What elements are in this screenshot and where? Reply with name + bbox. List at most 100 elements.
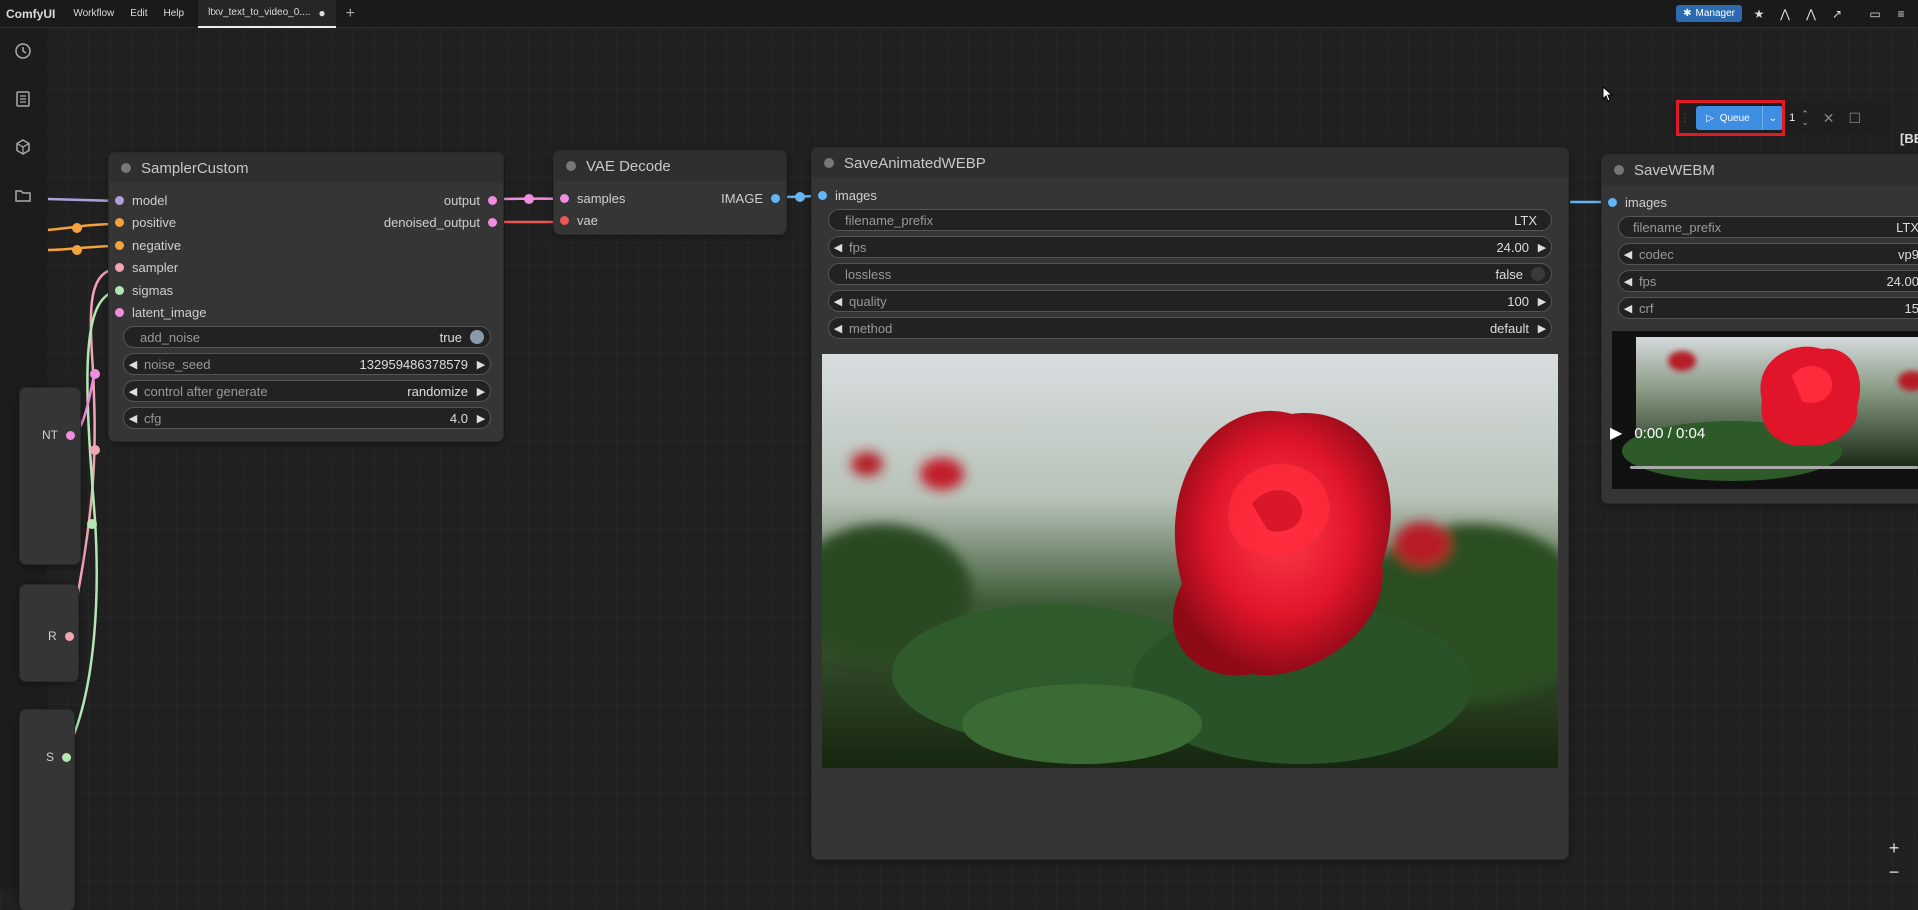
port-dot[interactable] xyxy=(560,216,569,225)
partial-node-c-output[interactable] xyxy=(62,752,72,762)
partial-node-b-output[interactable] xyxy=(64,631,74,641)
vae-input-samples[interactable]: samples xyxy=(560,191,625,206)
partial-node-a-output[interactable] xyxy=(66,430,75,440)
play-icon[interactable]: ▶ xyxy=(1610,423,1622,443)
port-dot[interactable] xyxy=(115,196,124,205)
node-title-bar[interactable]: SamplerCustom xyxy=(109,153,503,183)
port-label: denoised_output xyxy=(383,215,480,231)
manager-label: Manager xyxy=(1695,8,1735,19)
sampler-input-positive[interactable]: positive xyxy=(115,215,176,230)
model-icon-a[interactable]: ⋀ xyxy=(1776,7,1794,21)
fps-widget[interactable]: ◀ fps 24.00 ▶ xyxy=(828,236,1552,258)
decrement-arrow-icon[interactable]: ◀ xyxy=(1619,302,1637,315)
sampler-input-sampler[interactable]: sampler xyxy=(115,260,178,275)
vae-output-image[interactable]: IMAGE xyxy=(721,191,780,206)
increment-arrow-icon[interactable]: ▶ xyxy=(472,385,490,398)
partial-node-b[interactable]: R xyxy=(20,585,78,681)
decrement-arrow-icon[interactable]: ◀ xyxy=(124,385,142,398)
batch-stepper-icon[interactable]: ⌃ ⌄ xyxy=(1801,110,1809,127)
decrement-arrow-icon[interactable]: ◀ xyxy=(1619,248,1637,261)
zoom-out-icon[interactable]: − xyxy=(1884,862,1904,883)
crf-widget[interactable]: ◀ crf 15 xyxy=(1618,297,1918,319)
port-dot[interactable] xyxy=(818,191,827,200)
collapse-dot-icon[interactable] xyxy=(824,158,834,168)
collapse-dot-icon[interactable] xyxy=(566,161,576,171)
port-dot[interactable] xyxy=(771,194,780,203)
manager-button[interactable]: ✱ Manager xyxy=(1676,5,1742,22)
filename-prefix-widget[interactable]: filename_prefix LTX xyxy=(828,209,1552,231)
sampler-output-output[interactable]: output xyxy=(444,193,497,208)
save-animated-webp-node[interactable]: SaveAnimatedWEBP images filename_prefix … xyxy=(812,148,1568,859)
control-after-generate-widget[interactable]: ◀ control after generate randomize ▶ xyxy=(123,380,491,402)
new-tab-button[interactable]: + xyxy=(346,5,355,23)
collapse-dot-icon[interactable] xyxy=(121,163,131,173)
increment-arrow-icon[interactable]: ▶ xyxy=(1533,322,1551,335)
widget-value: LTX xyxy=(1896,219,1918,235)
sampler-input-negative[interactable]: negative xyxy=(115,238,181,253)
sampler-output-denoised-output[interactable]: denoised_output xyxy=(384,215,497,230)
port-dot[interactable] xyxy=(488,218,497,228)
collapse-dot-icon[interactable] xyxy=(1614,165,1624,175)
hamburger-menu-icon[interactable]: ≡ xyxy=(1892,7,1910,21)
menu-workflow[interactable]: Workflow xyxy=(65,8,122,19)
batch-count-input[interactable]: 1 xyxy=(1789,112,1795,124)
increment-arrow-icon[interactable]: ▶ xyxy=(472,358,490,371)
noise-seed-widget[interactable]: ◀ noise_seed 132959486378579 ▶ xyxy=(123,353,491,375)
node-title-bar[interactable]: SaveAnimatedWEBP xyxy=(812,148,1568,178)
codec-widget[interactable]: ◀ codec vp9 xyxy=(1618,243,1918,265)
decrement-arrow-icon[interactable]: ◀ xyxy=(829,241,847,254)
webm-filename-prefix-widget[interactable]: filename_prefix LTX xyxy=(1618,216,1918,238)
video-progress-bar[interactable] xyxy=(1630,466,1918,469)
vae-decode-node[interactable]: VAE Decode samples vae IMAGE xyxy=(554,151,786,234)
model-library-icon[interactable] xyxy=(12,136,34,158)
unsaved-dot: ● xyxy=(318,5,326,20)
vae-input-vae[interactable]: vae xyxy=(560,213,598,228)
queue-list-icon[interactable] xyxy=(12,88,34,110)
stop-icon[interactable]: ☐ xyxy=(1849,110,1862,127)
star-icon[interactable]: ★ xyxy=(1750,7,1768,21)
lossless-toggle[interactable]: lossless false xyxy=(828,263,1552,285)
share-icon[interactable]: ↗ xyxy=(1828,7,1846,21)
partial-node-a[interactable]: NT xyxy=(20,388,80,564)
port-dot[interactable] xyxy=(115,240,124,250)
save-webm-node[interactable]: SaveWEBM images filename_prefix LTX ◀ co… xyxy=(1602,155,1918,503)
decrement-arrow-icon[interactable]: ◀ xyxy=(829,295,847,308)
decrement-arrow-icon[interactable]: ◀ xyxy=(1619,275,1637,288)
sampler-input-model[interactable]: model xyxy=(115,193,167,208)
workflows-folder-icon[interactable] xyxy=(12,184,34,206)
port-dot[interactable] xyxy=(488,196,497,205)
port-dot[interactable] xyxy=(115,263,124,273)
history-icon[interactable] xyxy=(12,40,34,62)
increment-arrow-icon[interactable]: ▶ xyxy=(1533,241,1551,254)
partial-node-c[interactable]: S xyxy=(20,710,74,910)
port-dot[interactable] xyxy=(115,218,124,228)
workflow-tab[interactable]: ltxv_text_to_video_0.... ● xyxy=(198,0,336,28)
quality-widget[interactable]: ◀ quality 100 ▶ xyxy=(828,290,1552,312)
panel-toggle-icon[interactable]: ▭ xyxy=(1866,7,1884,21)
port-dot[interactable] xyxy=(560,194,569,203)
decrement-arrow-icon[interactable]: ◀ xyxy=(124,358,142,371)
sampler-input-sigmas[interactable]: sigmas xyxy=(115,283,173,298)
increment-arrow-icon[interactable]: ▶ xyxy=(472,412,490,425)
model-icon-b[interactable]: ⋀ xyxy=(1802,7,1820,21)
add-noise-toggle[interactable]: add_noise true xyxy=(123,326,491,348)
sampler-input-latent-image[interactable]: latent_image xyxy=(115,305,206,320)
node-title-bar[interactable]: VAE Decode xyxy=(554,151,786,181)
menu-help[interactable]: Help xyxy=(156,8,193,19)
webm-input-images[interactable]: images xyxy=(1608,195,1667,210)
increment-arrow-icon[interactable]: ▶ xyxy=(1533,295,1551,308)
webm-fps-widget[interactable]: ◀ fps 24.00 xyxy=(1618,270,1918,292)
menu-edit[interactable]: Edit xyxy=(122,8,155,19)
port-dot[interactable] xyxy=(1608,198,1617,207)
zoom-in-icon[interactable]: + xyxy=(1884,838,1904,859)
sampler-custom-node[interactable]: SamplerCustom model positive negative sampl… xyxy=(109,153,503,441)
port-dot[interactable] xyxy=(115,285,124,295)
cfg-widget[interactable]: ◀ cfg 4.0 ▶ xyxy=(123,407,491,429)
decrement-arrow-icon[interactable]: ◀ xyxy=(124,412,142,425)
node-title-bar[interactable]: SaveWEBM xyxy=(1602,155,1918,185)
webp-input-images[interactable]: images xyxy=(818,188,877,203)
decrement-arrow-icon[interactable]: ◀ xyxy=(829,322,847,335)
port-dot[interactable] xyxy=(115,308,124,317)
method-widget[interactable]: ◀ method default ▶ xyxy=(828,317,1552,339)
cancel-icon[interactable]: ✕ xyxy=(1823,110,1835,127)
